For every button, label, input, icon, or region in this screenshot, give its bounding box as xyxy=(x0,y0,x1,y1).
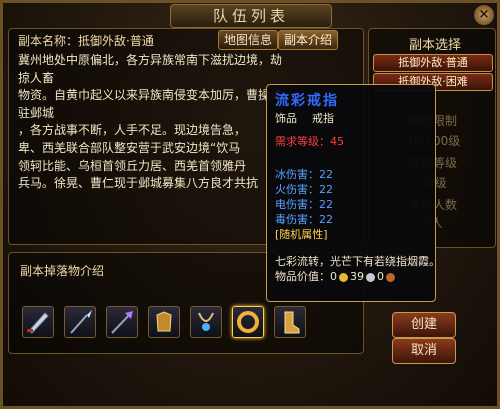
copper-coin-icon xyxy=(386,272,395,282)
spear-icon xyxy=(70,310,92,334)
close-icon[interactable]: × xyxy=(474,5,494,25)
tab-map-info[interactable]: 地图信息 xyxy=(218,30,279,50)
drop-slot-spear[interactable] xyxy=(64,306,96,338)
halberd-icon xyxy=(111,311,133,334)
item-flavor-text: 七彩流转，光芒下有若绕指烟霞。 xyxy=(275,255,440,268)
drop-slot-blade[interactable] xyxy=(22,306,54,338)
gold-coin-icon xyxy=(339,272,348,282)
item-tooltip: 流彩戒指 饰品 戒指 需求等级：45 冰伤害：22 火伤害：22 电伤害：22 … xyxy=(266,84,440,302)
dungeon-option-normal[interactable]: 抵御外敌·普通 xyxy=(373,54,493,72)
drop-slot-necklace[interactable] xyxy=(190,306,222,338)
item-stat-lightning: 电伤害：22 xyxy=(275,198,333,211)
drop-slot-halberd[interactable] xyxy=(106,306,138,338)
drop-slot-boots[interactable] xyxy=(274,306,306,338)
silver-amount: 39 xyxy=(350,270,364,283)
item-name: 流彩戒指 xyxy=(275,93,339,109)
item-random-attr: [随机属性] xyxy=(275,228,328,241)
dungeon-name-label: 副本名称：抵御外敌·普通 xyxy=(18,34,154,48)
dungeon-select-heading: 副本选择 xyxy=(408,38,461,53)
copper-amount: 0 xyxy=(377,270,384,283)
item-stat-poison: 毒伤害：22 xyxy=(275,213,333,226)
blade-icon xyxy=(27,312,49,334)
description-line: 卑、西羌联合部队整安营于武安边境“饮马 xyxy=(18,140,241,155)
item-value: 物品价值：0 39 0 xyxy=(275,269,427,284)
dungeon-description: 冀州地处中原偏北，各方异族常南下滋扰边境，劫掠人畜 物资。自黄巾起义以来异族南侵… xyxy=(18,52,286,230)
boots-icon xyxy=(284,311,300,334)
window-title: 队伍列表 xyxy=(170,4,332,28)
description-line: 物资。自黄巾起义以来异族南侵变本加厉，曹操进驻邺城 xyxy=(18,88,283,120)
ring-icon xyxy=(237,311,259,333)
tab-dungeon-intro[interactable]: 副本介绍 xyxy=(278,30,339,50)
drop-slot-armor[interactable] xyxy=(148,306,180,338)
item-subtype: 戒指 xyxy=(312,112,334,125)
description-line: 领轲比能、乌桓首领丘力居、西羌首领雅丹 xyxy=(18,158,247,173)
create-button[interactable]: 创建 xyxy=(392,312,456,338)
drops-heading: 副本掉落物介绍 xyxy=(20,264,105,278)
description-line: ，各方战事不断，人手不足。现边境告急， xyxy=(18,123,247,138)
item-stat-ice: 冰伤害：22 xyxy=(275,168,333,181)
cancel-button[interactable]: 取消 xyxy=(392,338,456,364)
item-requirement: 需求等级：45 xyxy=(275,135,344,148)
silver-coin-icon xyxy=(366,272,375,282)
item-value-label: 物品价值： xyxy=(275,270,330,283)
gold-amount: 0 xyxy=(330,270,337,283)
item-category: 饰品 xyxy=(275,112,297,125)
description-line: 冀州地处中原偏北，各方异族常南下滋扰边境，劫掠人畜 xyxy=(18,53,283,85)
description-line: 兵马。徐晃、曹仁现于邺城募集八方良才共抗 xyxy=(18,176,259,191)
item-type: 饰品 戒指 xyxy=(275,111,427,126)
necklace-icon xyxy=(198,312,214,331)
drop-slot-ring[interactable] xyxy=(232,306,264,338)
item-stat-fire: 火伤害：22 xyxy=(275,183,333,196)
armor-icon xyxy=(156,311,172,332)
